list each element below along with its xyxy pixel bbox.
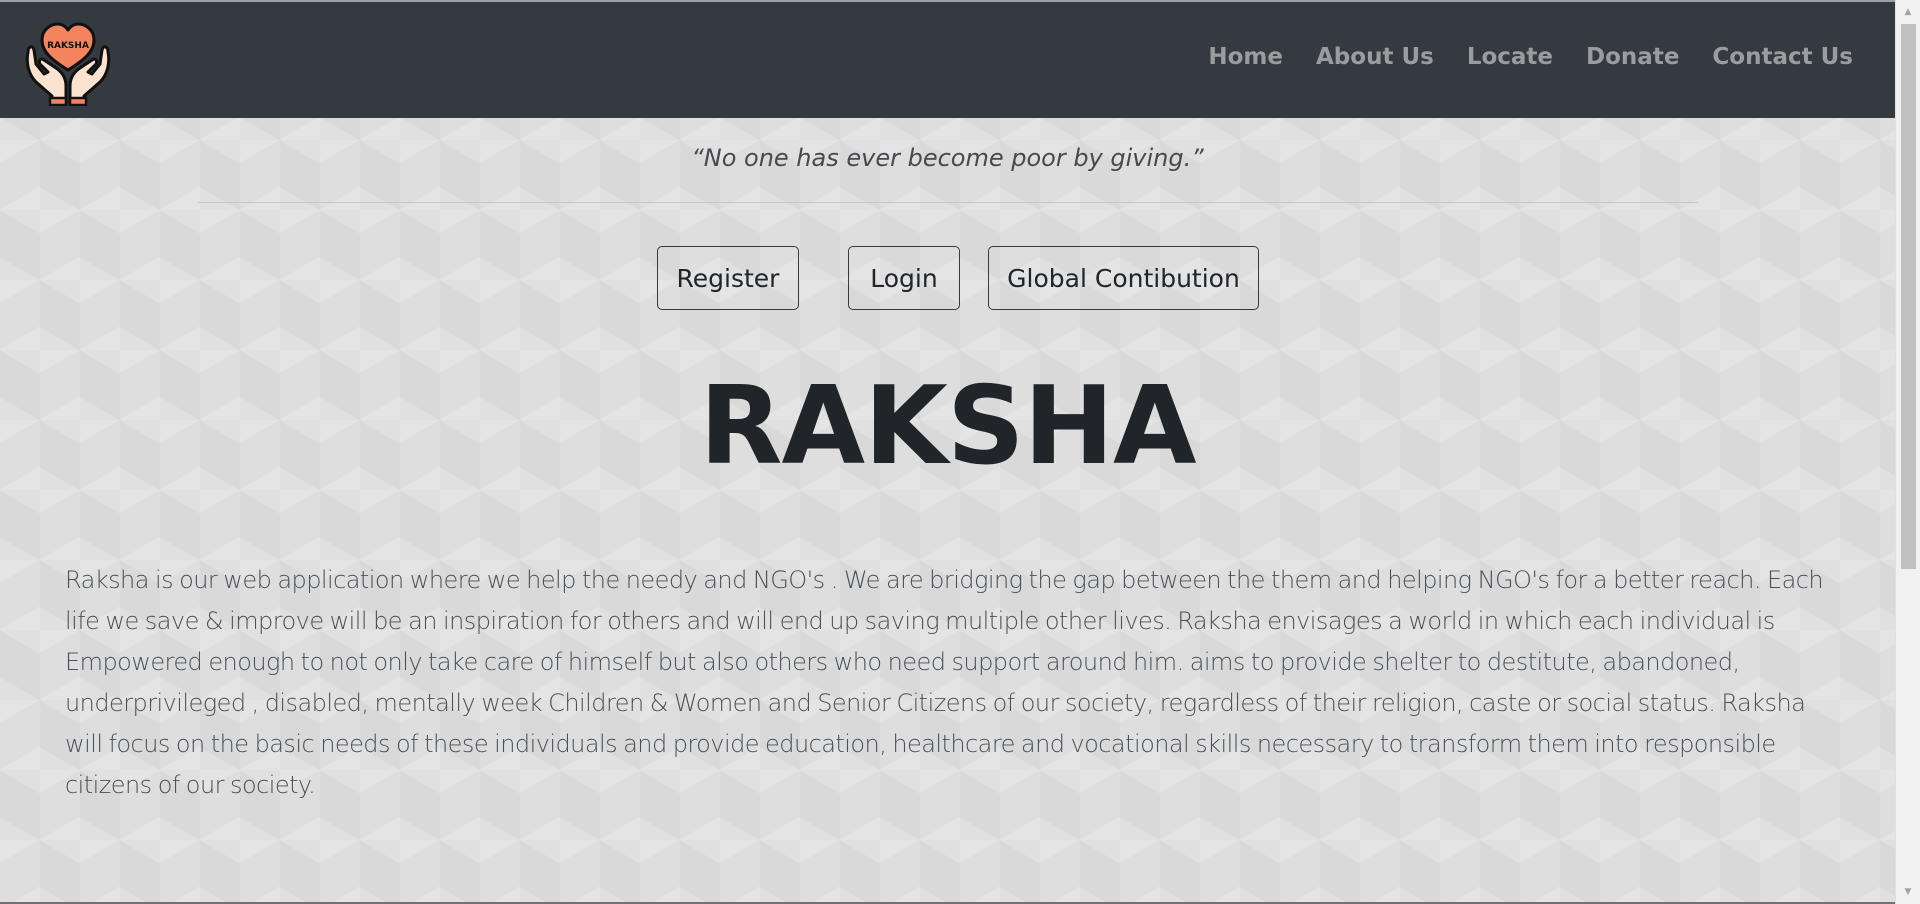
nav-link-donate[interactable]: Donate <box>1586 44 1679 70</box>
global-contribution-button[interactable]: Global Contibution <box>988 246 1259 310</box>
divider <box>198 202 1698 203</box>
description-text: Raksha is our web application where we h… <box>65 566 1824 799</box>
nav-links: Home About Us Locate Donate Contact Us <box>1175 2 1853 112</box>
raksha-logo[interactable]: RAKSHA <box>22 14 114 107</box>
quote-text: “No one has ever become poor by giving.” <box>691 144 1204 172</box>
nav-link-about-us[interactable]: About Us <box>1316 44 1434 70</box>
scroll-up-arrow-icon[interactable]: ▲ <box>1896 2 1920 22</box>
nav-link-home[interactable]: Home <box>1208 44 1283 70</box>
nav-link-locate[interactable]: Locate <box>1467 44 1553 70</box>
vertical-scrollbar[interactable]: ▲ ▼ <box>1895 0 1920 904</box>
hero-title: RAKSHA <box>699 364 1196 489</box>
nav-link-contact-us[interactable]: Contact Us <box>1712 44 1853 70</box>
heart-in-hands-icon: RAKSHA <box>25 22 111 107</box>
scroll-down-arrow-icon[interactable]: ▼ <box>1896 882 1920 902</box>
scrollbar-thumb[interactable] <box>1901 24 1916 569</box>
navbar: RAKSHA Home About Us Locate Donate Conta… <box>0 2 1895 118</box>
login-button[interactable]: Login <box>848 246 960 310</box>
logo-text: RAKSHA <box>47 41 89 51</box>
register-button[interactable]: Register <box>657 246 799 310</box>
